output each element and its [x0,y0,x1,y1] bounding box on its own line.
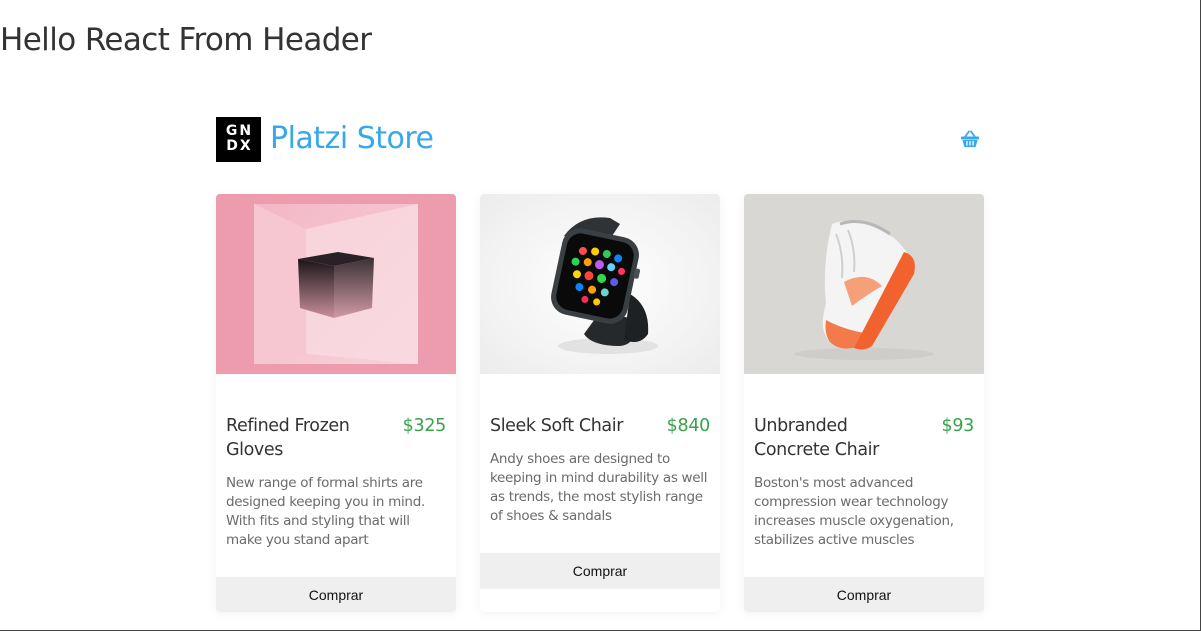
product-info: Unbranded Concrete Chair $93 Boston's mo… [744,374,984,550]
product-title[interactable]: Sleek Soft Chair [490,414,650,438]
store-title: Platzi Store [270,121,434,156]
logo-line-1: GN [225,123,254,139]
product-card: Sleek Soft Chair $840 Andy shoes are des… [480,194,720,612]
product-title[interactable]: Refined Frozen Gloves [226,414,386,462]
product-info: Sleek Soft Chair $840 Andy shoes are des… [480,374,720,526]
page-title: Hello React From Header [0,22,372,58]
buy-button[interactable]: Comprar [480,553,720,589]
product-card: Unbranded Concrete Chair $93 Boston's mo… [744,194,984,612]
product-price: $93 [941,416,974,436]
sneaker-image [744,194,984,374]
product-description: New range of formal shirts are designed … [226,475,425,548]
basket-icon [961,130,979,147]
smartwatch-image [480,194,720,374]
product-description: Andy shoes are designed to keeping in mi… [490,451,708,524]
product-price: $840 [666,416,711,436]
store-header: GN DX Platzi Store [216,117,984,162]
store-logo[interactable]: GN DX [216,117,261,162]
product-image [744,194,984,374]
product-image [480,194,720,374]
buy-button[interactable]: Comprar [216,577,456,612]
product-image [216,194,456,374]
product-info: Refined Frozen Gloves $325 New range of … [216,374,456,550]
pink-cube-image [216,194,456,374]
product-title[interactable]: Unbranded Concrete Chair [754,414,914,462]
cart-button[interactable] [960,130,980,148]
logo-line-2: DX [226,138,253,154]
buy-button[interactable]: Comprar [744,577,984,612]
product-price: $325 [402,416,447,436]
product-card: Refined Frozen Gloves $325 New range of … [216,194,456,612]
product-description: Boston's most advanced compression wear … [754,475,954,548]
